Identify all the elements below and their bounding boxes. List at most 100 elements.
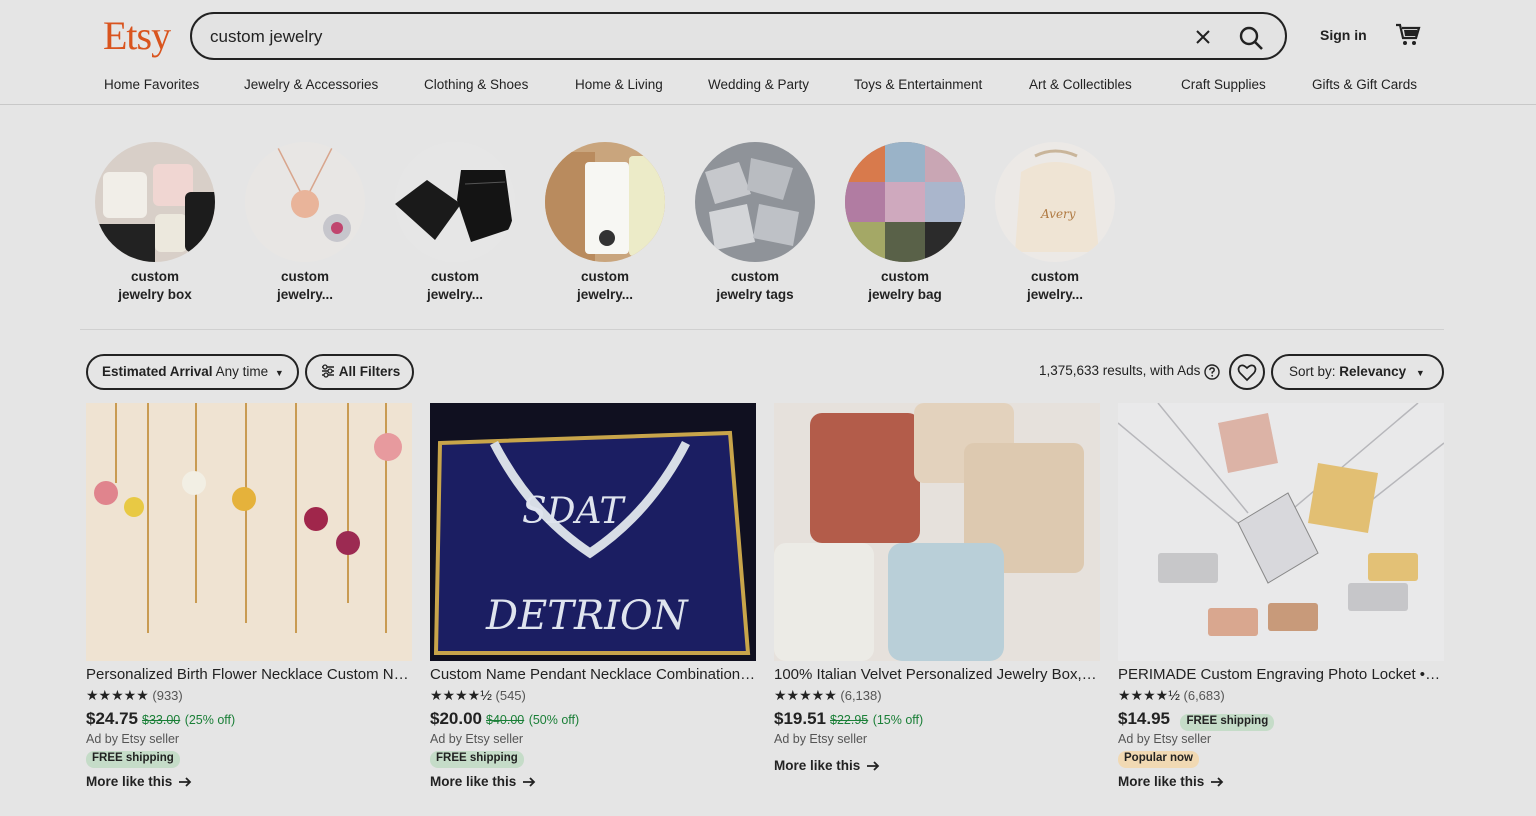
nav-home-living[interactable]: Home & Living bbox=[575, 77, 663, 92]
related-label-1: custom bbox=[880, 269, 929, 284]
favorite-search-button[interactable] bbox=[1229, 354, 1265, 390]
nav-toys-entertainment[interactable]: Toys & Entertainment bbox=[854, 77, 982, 92]
estimated-arrival-filter[interactable]: Estimated Arrival Any time ▼ bbox=[86, 354, 299, 390]
related-search-item[interactable]: custom jewelry... bbox=[245, 142, 365, 304]
free-shipping-badge: FREE shipping bbox=[1180, 714, 1275, 731]
more-like-this-link[interactable]: More like this bbox=[774, 758, 1100, 778]
caret-down-icon: ▼ bbox=[1415, 368, 1425, 378]
listing-title[interactable]: Personalized Birth Flower Necklace Custo… bbox=[86, 666, 412, 685]
filter-sliders-icon bbox=[322, 364, 334, 378]
nav-gifts-gift-cards[interactable]: Gifts & Gift Cards bbox=[1312, 77, 1417, 92]
related-label-2: jewelry bag bbox=[868, 287, 942, 302]
related-search-item[interactable]: custom jewelry bag bbox=[845, 142, 965, 304]
listing-image[interactable] bbox=[774, 403, 1100, 661]
related-image bbox=[545, 142, 665, 262]
more-label: More like this bbox=[430, 774, 517, 789]
arrival-label: Estimated Arrival bbox=[102, 364, 213, 379]
related-label-2: jewelry... bbox=[276, 287, 334, 302]
sort-dropdown[interactable]: Sort by: Relevancy ▼ bbox=[1271, 354, 1444, 390]
listing-rating: ★★★★½ (6,683) bbox=[1118, 687, 1444, 704]
nav-jewelry-accessories[interactable]: Jewelry & Accessories bbox=[244, 77, 378, 92]
listing-image[interactable] bbox=[86, 403, 412, 661]
nav-home-favorites[interactable]: Home Favorites bbox=[104, 77, 199, 92]
search-icon[interactable] bbox=[1236, 23, 1266, 53]
sort-label: Sort by: bbox=[1289, 364, 1336, 379]
star-rating: ★★★★★ bbox=[86, 687, 149, 703]
nav-wedding-party[interactable]: Wedding & Party bbox=[708, 77, 809, 92]
listing-card[interactable]: Personalized Birth Flower Necklace Custo… bbox=[86, 403, 412, 794]
related-label-1: custom bbox=[130, 269, 179, 284]
site-header: Etsy Sign in Home Favorites Jewelry & Ac… bbox=[0, 0, 1536, 105]
free-shipping-badge: FREE shipping bbox=[430, 751, 524, 768]
sort-value: Relevancy bbox=[1339, 364, 1407, 379]
listing-card[interactable]: SDAT DETRION Custom Name Pendant Necklac… bbox=[430, 403, 756, 794]
svg-text:Avery: Avery bbox=[1040, 207, 1076, 221]
related-image bbox=[245, 142, 365, 262]
help-icon[interactable] bbox=[1204, 364, 1220, 380]
related-label-2: jewelry... bbox=[1026, 287, 1084, 302]
related-label-1: custom bbox=[280, 269, 329, 284]
svg-text:DETRION: DETRION bbox=[485, 593, 690, 639]
all-filters-button[interactable]: All Filters bbox=[305, 354, 414, 390]
related-search-item[interactable]: custom jewelry box bbox=[95, 142, 215, 304]
listing-price: $19.51 bbox=[774, 709, 826, 728]
nav-art-collectibles[interactable]: Art & Collectibles bbox=[1029, 77, 1132, 92]
listing-card[interactable]: 100% Italian Velvet Personalized Jewelry… bbox=[774, 403, 1100, 778]
etsy-logo[interactable]: Etsy bbox=[103, 12, 171, 59]
related-label-2: jewelry box bbox=[118, 287, 192, 302]
price-line: $24.75 $33.00 (25% off) bbox=[86, 709, 412, 729]
nav-craft-supplies[interactable]: Craft Supplies bbox=[1181, 77, 1266, 92]
original-price: $33.00 bbox=[142, 713, 181, 727]
related-label-1: custom bbox=[730, 269, 779, 284]
listing-image[interactable]: SDAT DETRION bbox=[430, 403, 756, 661]
related-image bbox=[95, 142, 215, 262]
more-like-this-link[interactable]: More like this bbox=[1118, 774, 1444, 794]
more-like-this-link[interactable]: More like this bbox=[430, 774, 756, 794]
listing-title[interactable]: 100% Italian Velvet Personalized Jewelry… bbox=[774, 666, 1100, 685]
related-label-1: custom bbox=[1030, 269, 1079, 284]
more-label: More like this bbox=[774, 758, 861, 773]
ad-label: Ad by Etsy seller bbox=[774, 732, 868, 746]
cart-icon[interactable] bbox=[1395, 21, 1421, 47]
related-image: Avery bbox=[995, 142, 1115, 262]
listing-price: $14.95 bbox=[1118, 709, 1170, 728]
all-filters-label: All Filters bbox=[338, 364, 401, 379]
search-input[interactable] bbox=[210, 25, 1160, 49]
listing-rating: ★★★★★ (933) bbox=[86, 687, 412, 704]
listing-card[interactable]: PERIMADE Custom Engraving Photo Locket •… bbox=[1118, 403, 1444, 794]
star-rating: ★★★★½ bbox=[1118, 687, 1180, 703]
related-label-2: jewelry... bbox=[576, 287, 634, 302]
nav-clothing-shoes[interactable]: Clothing & Shoes bbox=[424, 77, 528, 92]
original-price: $22.95 bbox=[830, 713, 869, 727]
ad-label: Ad by Etsy seller bbox=[1118, 732, 1212, 746]
listing-rating: ★★★★★ (6,138) bbox=[774, 687, 1100, 704]
sign-in-link[interactable]: Sign in bbox=[1320, 27, 1367, 43]
more-like-this-link[interactable]: More like this bbox=[86, 774, 412, 794]
listing-rating: ★★★★½ (545) bbox=[430, 687, 756, 704]
related-search-item[interactable]: custom jewelry... bbox=[395, 142, 515, 304]
svg-text:SDAT: SDAT bbox=[522, 491, 627, 532]
review-count: (6,138) bbox=[840, 688, 882, 703]
related-label-1: custom bbox=[580, 269, 629, 284]
discount: (50% off) bbox=[528, 713, 580, 727]
listing-price: $24.75 bbox=[86, 709, 138, 728]
related-search-item[interactable]: custom jewelry tags bbox=[695, 142, 815, 304]
listing-title[interactable]: Custom Name Pendant Necklace Combination… bbox=[430, 666, 756, 685]
listing-image[interactable] bbox=[1118, 403, 1444, 661]
star-rating: ★★★★½ bbox=[430, 687, 492, 703]
listing-price: $20.00 bbox=[430, 709, 482, 728]
section-divider bbox=[80, 329, 1444, 330]
related-search-item[interactable]: custom jewelry... bbox=[545, 142, 665, 304]
discount: (25% off) bbox=[184, 713, 236, 727]
listing-title[interactable]: PERIMADE Custom Engraving Photo Locket •… bbox=[1118, 666, 1444, 685]
related-label-1: custom bbox=[430, 269, 479, 284]
price-line: $19.51 $22.95 (15% off) bbox=[774, 709, 1100, 729]
related-search-item[interactable]: Avery custom jewelry... bbox=[995, 142, 1115, 304]
arrow-right-icon bbox=[1211, 777, 1224, 788]
review-count: (6,683) bbox=[1183, 688, 1225, 703]
ad-label: Ad by Etsy seller bbox=[430, 732, 524, 746]
close-icon[interactable] bbox=[1192, 26, 1214, 48]
arrow-right-icon bbox=[179, 777, 192, 788]
review-count: (933) bbox=[152, 688, 183, 703]
results-count: 1,375,633 results, with Ads bbox=[1039, 363, 1201, 378]
